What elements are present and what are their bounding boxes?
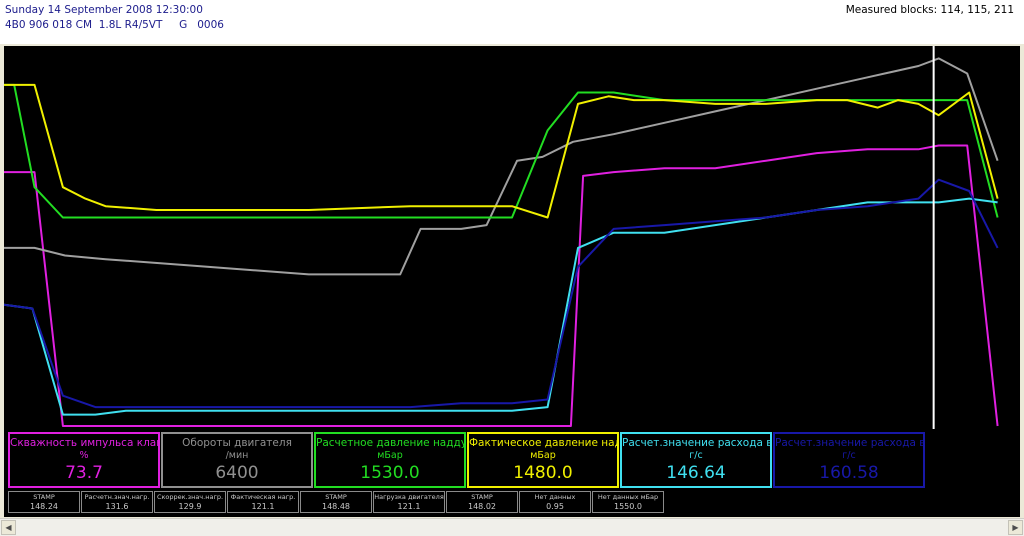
series-line-5: [4, 197, 998, 416]
measured-blocks: Measured blocks: 114, 115, 211: [845, 4, 1014, 16]
series-line-1: [4, 144, 999, 427]
mini-cell-value: 148.24: [30, 502, 58, 511]
ecu-info: 4B0 906 018 CM 1.8L R4/5VT G 0006: [5, 19, 224, 31]
gauge-1[interactable]: Скважность импульса клапана N75% 73.7: [8, 432, 160, 488]
series-line-2: [4, 57, 999, 276]
gauge-name: Фактическое давление наддува: [469, 437, 617, 449]
gauge-unit: %: [79, 450, 89, 461]
gauge-value: 1530.0: [360, 463, 420, 483]
mini-cell-value: 131.6: [105, 502, 129, 511]
mini-cell-9: Нет данных мБар 1550.0: [592, 491, 664, 513]
session-info: Sunday 14 September 2008 12:30:00 4B0 90…: [5, 3, 224, 33]
gauge-value: 1480.0: [513, 463, 573, 483]
scroll-left-arrow-icon[interactable]: ◀: [1, 520, 16, 535]
mini-cell-name: Расчетн.знач.нагр.: [84, 493, 150, 501]
gauge-unit: мБар: [377, 450, 403, 461]
gauge-value: 160.58: [819, 463, 879, 483]
line-chart[interactable]: [4, 46, 1020, 429]
mini-cell-3: Скоррек.знач.нагр. 129.9: [154, 491, 226, 513]
mini-cell-value: 121.1: [251, 502, 275, 511]
series-line-6: [4, 178, 999, 409]
horizontal-scrollbar[interactable]: ◀ ▶: [0, 518, 1024, 536]
gauge-name: Расчет.значение расхода воздуха: [775, 437, 925, 449]
gauge-name: Расчет.значение расхода воздуха: [622, 437, 772, 449]
mini-cell-name: Нет данных: [534, 493, 576, 501]
gauge-6[interactable]: Расчет.значение расхода воздухаг/с 160.58: [773, 432, 925, 488]
gauge-3[interactable]: Расчетное давление наддува мБар 1530.0: [314, 432, 466, 488]
gauge-name: Обороты двигателя: [182, 437, 292, 449]
mini-cell-name: STAMP: [33, 493, 55, 501]
gauge-panel: Скважность импульса клапана N75% 73.7 Обор…: [4, 429, 1020, 517]
mini-cell-4: Фактическая нагр. 121.1: [227, 491, 299, 513]
gauge-name: Расчетное давление наддува: [316, 437, 466, 449]
chart-svg: [4, 46, 999, 429]
scroll-right-arrow-icon[interactable]: ▶: [1008, 520, 1023, 535]
mini-cell-name: Скоррек.знач.нагр.: [156, 493, 224, 501]
gauge-4[interactable]: Фактическое давление наддувамБар 1480.0: [467, 432, 619, 488]
gauge-2[interactable]: Обороты двигателя/мин 6400: [161, 432, 313, 488]
mini-cell-value: 121.1: [397, 502, 421, 511]
gauge-unit: г/с: [689, 450, 703, 461]
mini-cell-1: STAMP 148.24: [8, 491, 80, 513]
mini-cell-value: 148.02: [468, 502, 496, 511]
mini-cell-2: Расчетн.знач.нагр. 131.6: [81, 491, 153, 513]
gauge-value: 146.64: [666, 463, 726, 483]
gauge-unit: /мин: [225, 450, 249, 461]
mini-cell-8: Нет данных 0.95: [519, 491, 591, 513]
gauge-value: 6400: [215, 463, 259, 483]
mini-cell-name: Нет данных мБар: [597, 493, 659, 501]
gauge-name: Скважность импульса клапана N75: [10, 437, 158, 449]
mini-cell-value: 148.48: [322, 502, 350, 511]
mini-cell-value: 1550.0: [614, 502, 642, 511]
session-datetime: Sunday 14 September 2008 12:30:00: [5, 4, 203, 16]
mini-cell-5: STAMP 148.48: [300, 491, 372, 513]
gauge-unit: г/с: [842, 450, 856, 461]
header-bar: Sunday 14 September 2008 12:30:00 4B0 90…: [0, 0, 1024, 44]
mini-cell-7: STAMP 148.02: [446, 491, 518, 513]
gauge-value: 73.7: [65, 463, 103, 483]
mini-cell-name: Нагрузка двигателя: [374, 493, 444, 501]
gauge-unit: мБар: [530, 450, 556, 461]
mini-cell-value: 129.9: [178, 502, 202, 511]
mini-cell-6: Нагрузка двигателя 121.1: [373, 491, 445, 513]
mini-cell-name: STAMP: [471, 493, 493, 501]
mini-cell-value: 0.95: [546, 502, 564, 511]
mini-cell-name: STAMP: [325, 493, 347, 501]
mini-cell-name: Фактическая нагр.: [230, 493, 296, 501]
gauge-5[interactable]: Расчет.значение расхода воздухаг/с 146.64: [620, 432, 772, 488]
